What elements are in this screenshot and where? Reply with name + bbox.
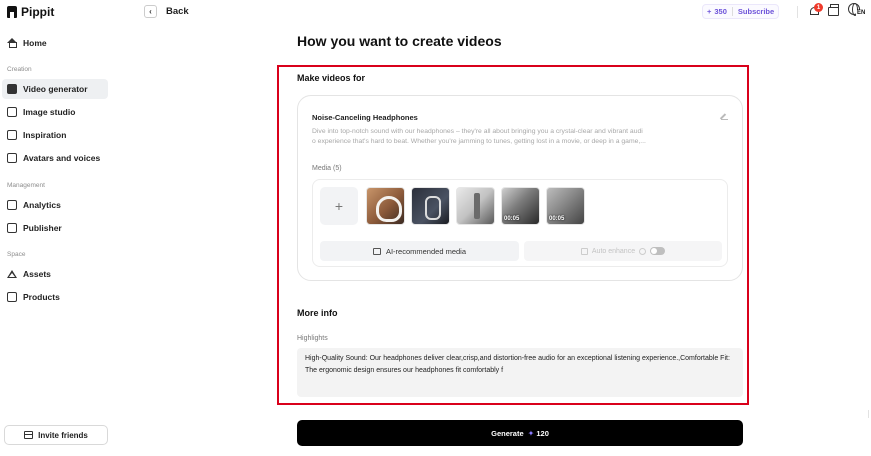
credits-divider xyxy=(731,7,733,16)
sidebar-item-label: Image studio xyxy=(23,107,76,117)
generate-label: Generate xyxy=(491,428,524,438)
media-thumbnail[interactable] xyxy=(366,187,405,225)
sidebar-item-label: Avatars and voices xyxy=(23,153,101,163)
sidebar-item-avatars-and-voices[interactable]: Avatars and voices xyxy=(2,148,108,168)
auto-enhance-control[interactable]: Auto enhance xyxy=(524,241,722,261)
credits-count: 350 xyxy=(714,7,727,16)
video-duration: 00:05 xyxy=(504,216,520,222)
pippit-logo-icon xyxy=(7,6,17,18)
avatar-icon xyxy=(7,153,17,163)
invite-friends-button[interactable]: Invite friends xyxy=(4,425,108,445)
language-button[interactable]: EN xyxy=(848,3,867,18)
sidebar-item-video-generator[interactable]: Video generator xyxy=(2,79,108,99)
product-description-line: o experience that's hard to beat. Whethe… xyxy=(312,137,646,145)
sidebar-section-creation: Creation xyxy=(7,66,32,73)
sidebar-section-management: Management xyxy=(7,182,45,189)
ai-recommended-media-label: AI-recommended media xyxy=(385,246,467,256)
sidebar-item-label: Analytics xyxy=(23,200,61,210)
sidebar: Pippit Home Creation Video generator Ima… xyxy=(0,0,118,456)
sidebar-section-space: Space xyxy=(7,251,26,258)
media-thumbnail[interactable]: 00:05 xyxy=(501,187,540,225)
auto-enhance-toggle[interactable] xyxy=(650,247,666,255)
auto-enhance-label: Auto enhance xyxy=(591,247,636,255)
credit-star-icon: ✦ xyxy=(527,428,535,438)
credits-icon: + xyxy=(707,7,712,16)
ai-media-icon xyxy=(372,247,381,255)
product-description-line: Dive into top-notch sound with our headp… xyxy=(312,128,643,135)
topbar-divider xyxy=(797,6,798,18)
app-name: Pippit xyxy=(21,5,55,19)
subscribe-button[interactable]: Subscribe xyxy=(738,7,774,16)
credits-subscribe-pill[interactable]: + 350 Subscribe xyxy=(702,4,780,19)
highlights-textarea[interactable]: High-Quality Sound: Our headphones deliv… xyxy=(297,348,743,397)
back-label: Back xyxy=(166,6,189,17)
generate-cost-value: 120 xyxy=(536,428,549,438)
product-description: Dive into top-notch sound with our headp… xyxy=(312,127,730,146)
ai-recommended-media-button[interactable]: AI-recommended media xyxy=(320,241,519,261)
sidebar-item-label: Video generator xyxy=(23,84,88,94)
highlights-label: Highlights xyxy=(297,335,328,342)
app-logo[interactable]: Pippit xyxy=(7,5,54,19)
sidebar-item-label: Home xyxy=(23,38,47,48)
back-button[interactable]: ‹ Back xyxy=(144,5,189,18)
print-icon[interactable] xyxy=(828,4,839,16)
generate-cost: ✦ 120 xyxy=(528,429,549,438)
page-title: How you want to create videos xyxy=(297,33,502,49)
edit-pencil-icon[interactable] xyxy=(721,113,728,120)
sidebar-item-products[interactable]: Products xyxy=(2,287,108,307)
sidebar-item-label: Publisher xyxy=(23,223,62,233)
sidebar-item-assets[interactable]: Assets xyxy=(2,264,108,284)
notification-badge: 1 xyxy=(814,3,823,12)
calendar-icon xyxy=(7,223,17,233)
image-studio-icon xyxy=(7,107,17,117)
sidebar-item-publisher[interactable]: Publisher xyxy=(2,218,108,238)
sidebar-item-analytics[interactable]: Analytics xyxy=(2,195,108,215)
media-label: Media (5) xyxy=(312,165,342,172)
invite-friends-label: Invite friends xyxy=(38,430,88,440)
inspiration-icon xyxy=(7,130,17,140)
video-generator-icon xyxy=(7,84,17,94)
product-card: Noise-Canceling Headphones Dive into top… xyxy=(297,95,743,281)
sidebar-item-image-studio[interactable]: Image studio xyxy=(2,102,108,122)
chevron-left-icon: ‹ xyxy=(144,5,157,18)
products-icon xyxy=(7,292,17,302)
generate-button[interactable]: Generate ✦ 120 xyxy=(297,420,743,446)
make-videos-for-heading: Make videos for xyxy=(297,73,366,83)
media-thumbnail[interactable]: 00:05 xyxy=(546,187,585,225)
product-name: Noise-Canceling Headphones xyxy=(312,113,418,122)
language-code: EN xyxy=(856,10,867,17)
add-media-button[interactable]: + xyxy=(320,187,358,225)
media-panel: + 00:05 00:05 AI-recommended media Auto … xyxy=(312,179,728,267)
sidebar-item-inspiration[interactable]: Inspiration xyxy=(2,125,108,145)
home-icon xyxy=(7,38,17,48)
sidebar-item-label: Products xyxy=(23,292,60,302)
more-info-heading: More info xyxy=(297,308,338,318)
sidebar-item-label: Assets xyxy=(23,269,51,279)
media-thumbnail[interactable] xyxy=(411,187,450,225)
info-icon xyxy=(639,247,647,255)
analytics-icon xyxy=(7,200,17,210)
video-duration: 00:05 xyxy=(549,216,565,222)
notifications-button[interactable]: 1 xyxy=(809,3,823,17)
checkbox-icon xyxy=(580,247,588,255)
assets-icon xyxy=(7,269,17,279)
media-thumbnail[interactable] xyxy=(456,187,495,225)
sidebar-item-label: Inspiration xyxy=(23,130,67,140)
gift-icon xyxy=(24,431,34,439)
sidebar-item-home[interactable]: Home xyxy=(2,33,108,53)
